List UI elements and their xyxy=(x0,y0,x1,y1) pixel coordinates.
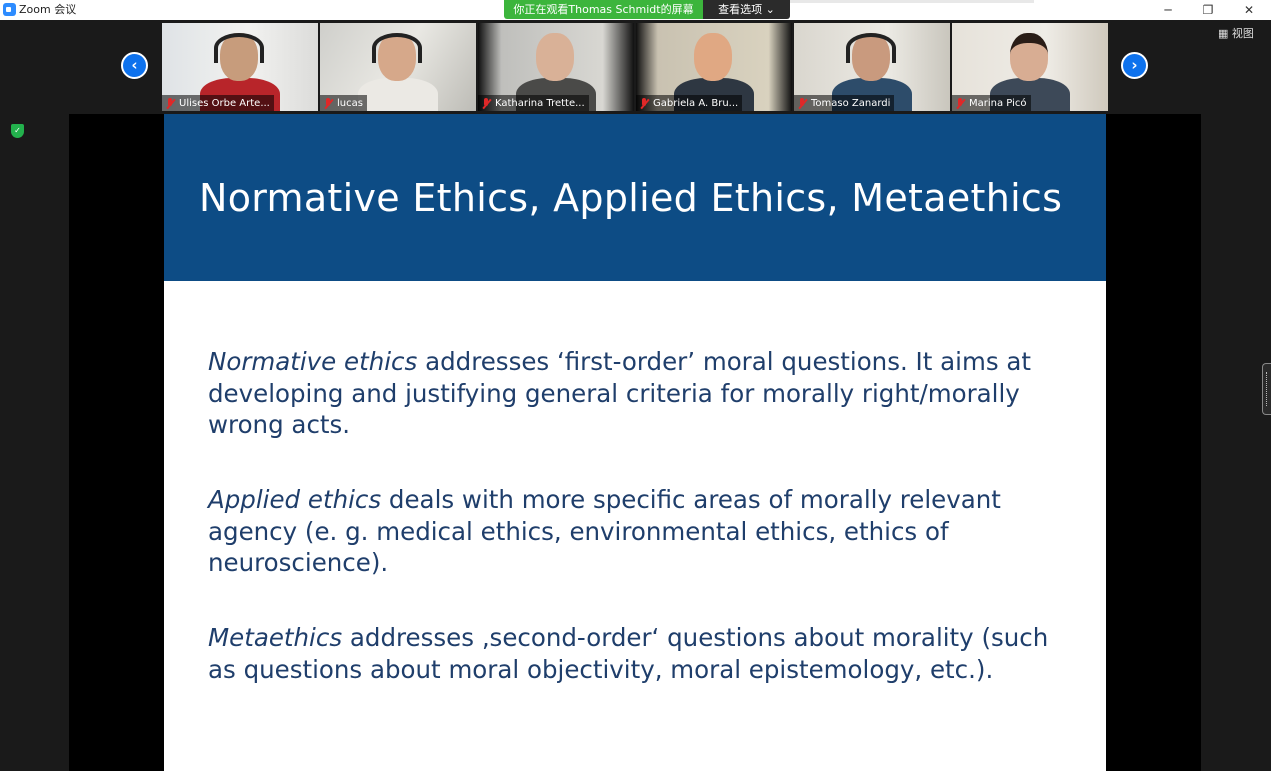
participant-name: Tomaso Zanardi xyxy=(811,97,891,109)
muted-mic-icon xyxy=(323,97,333,109)
screen-share-banner: 你正在观看Thomas Schmidt的屏幕 查看选项 ⌄ xyxy=(504,0,790,19)
slide-paragraph-normative: Normative ethics addresses ‘first-order’… xyxy=(208,346,1068,441)
muted-mic-icon xyxy=(481,97,491,109)
slide-header: Normative Ethics, Applied Ethics, Metaet… xyxy=(164,114,1106,281)
participant-tile[interactable]: Katharina Trette... xyxy=(478,23,634,111)
next-page-button[interactable]: › xyxy=(1121,52,1148,79)
restore-button[interactable]: ❐ xyxy=(1188,0,1228,20)
participant-name: Katharina Trette... xyxy=(495,97,585,109)
slide-title: Normative Ethics, Applied Ethics, Metaet… xyxy=(199,176,1063,220)
window-title: Zoom 会议 xyxy=(19,3,77,16)
participant-namebar: Gabriela A. Bru... xyxy=(636,95,743,111)
previous-page-button[interactable]: ‹ xyxy=(121,52,148,79)
minimize-button[interactable]: ─ xyxy=(1148,0,1188,20)
term-applied-ethics: Applied ethics xyxy=(208,485,382,514)
participant-tile[interactable]: Ulises Orbe Arte... xyxy=(162,23,318,111)
close-button[interactable]: ✕ xyxy=(1229,0,1269,20)
view-layout-button[interactable]: ▦ 视图 xyxy=(1218,27,1254,41)
slide-paragraph-applied: Applied ethics deals with more specific … xyxy=(208,484,1068,579)
muted-mic-icon xyxy=(165,97,175,109)
participant-tile[interactable]: Tomaso Zanardi xyxy=(794,23,950,111)
panel-drag-handle[interactable] xyxy=(1262,363,1271,415)
term-normative-ethics: Normative ethics xyxy=(208,347,418,376)
participant-name: Gabriela A. Bru... xyxy=(653,97,739,109)
participant-tile[interactable]: lucas xyxy=(320,23,476,111)
view-options-button[interactable]: 查看选项 ⌄ xyxy=(703,0,790,19)
participant-tile[interactable]: Marina Picó xyxy=(952,23,1108,111)
muted-mic-icon xyxy=(955,97,965,109)
zoom-app-icon xyxy=(3,3,16,16)
term-metaethics: Metaethics xyxy=(208,623,343,652)
presentation-slide: Normative Ethics, Applied Ethics, Metaet… xyxy=(164,114,1106,771)
encryption-shield-icon[interactable]: ✓ xyxy=(11,124,24,138)
participant-tile[interactable]: Gabriela A. Bru... xyxy=(636,23,792,111)
participant-name: lucas xyxy=(337,97,363,109)
participant-namebar: Katharina Trette... xyxy=(478,95,589,111)
muted-mic-icon xyxy=(797,97,807,109)
participant-namebar: Ulises Orbe Arte... xyxy=(162,95,274,111)
share-status-text: 你正在观看Thomas Schmidt的屏幕 xyxy=(504,0,703,19)
participant-namebar: Tomaso Zanardi xyxy=(794,95,895,111)
slide-paragraph-metaethics: Metaethics addresses ‚second-order‘ ques… xyxy=(208,622,1068,685)
participant-name: Marina Picó xyxy=(969,97,1027,109)
participant-namebar: lucas xyxy=(320,95,367,111)
muted-mic-icon xyxy=(639,97,649,109)
participant-name: Ulises Orbe Arte... xyxy=(179,97,270,109)
banner-shadow xyxy=(790,0,1034,3)
participant-namebar: Marina Picó xyxy=(952,95,1031,111)
